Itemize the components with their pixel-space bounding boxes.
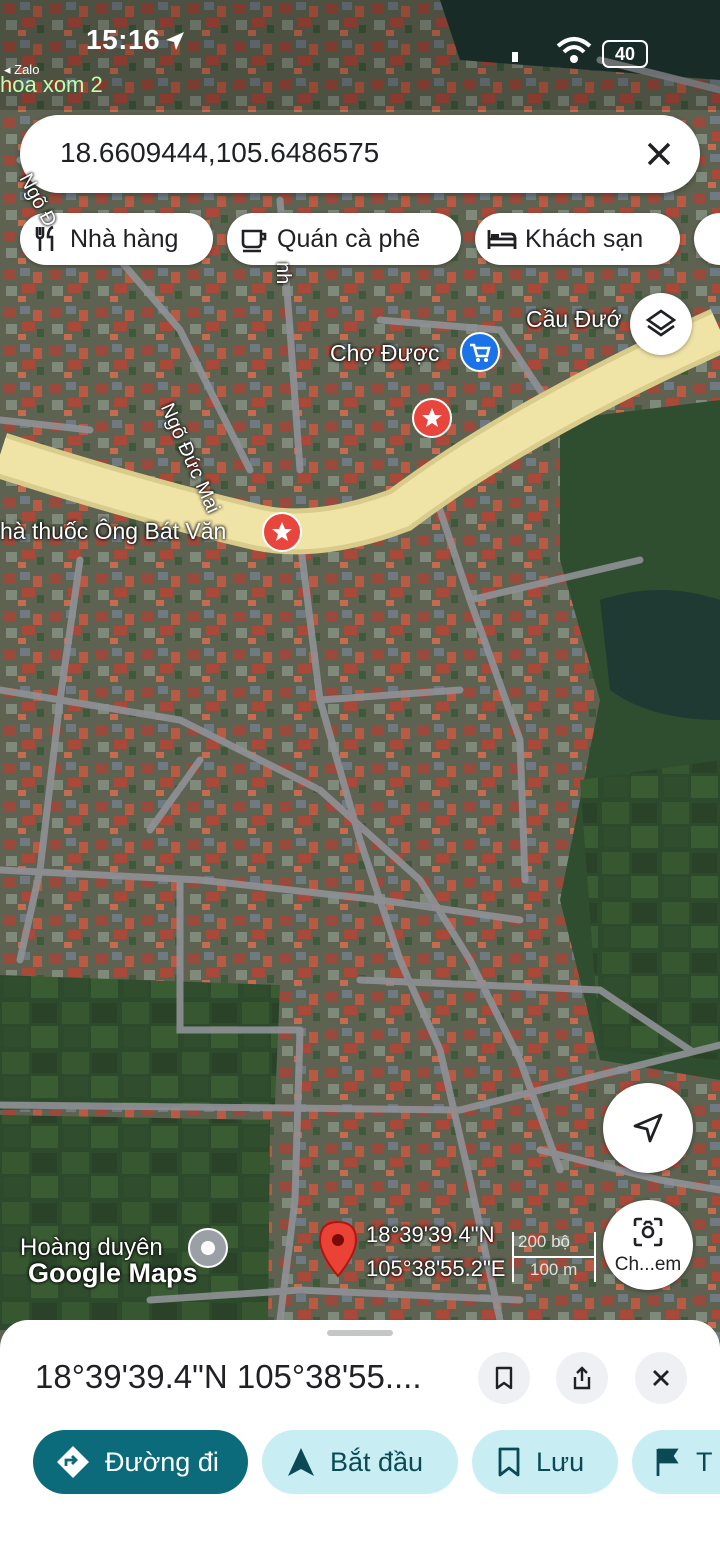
directions-button[interactable]: Đường đi [33,1430,248,1494]
pin-latitude: 18°39'39.4"N [366,1222,495,1247]
layers-button[interactable] [630,293,692,355]
close-sheet-button[interactable] [635,1352,687,1404]
flag-icon [654,1446,682,1478]
chip-label: Nhà hàng [70,224,179,253]
wifi-icon [556,37,592,63]
pharmacy-icon [272,522,292,541]
pin-longitude: 105°38'55.2"E [366,1256,506,1281]
scale-line [514,1256,594,1258]
back-to-app-subtitle[interactable]: hoa xom 2 [0,72,103,98]
layers-icon [645,309,677,337]
navigation-arrow-icon [286,1446,316,1478]
navigation-arrow-icon [633,1113,663,1143]
drag-handle[interactable] [327,1330,393,1336]
chip-hotels[interactable]: Khách sạn [475,213,680,265]
directions-label: Đường đi [105,1446,219,1477]
location-arrow-icon [166,32,184,50]
bed-icon [487,224,517,254]
place-label-pharmacy[interactable]: hà thuốc Ông Bát Văn [0,518,226,545]
bookmark-icon [495,1366,513,1390]
place-label-bridge[interactable]: Cầu Đướ [526,306,622,333]
market-pin[interactable] [460,332,500,372]
scale-feet: 200 bộ [518,1232,570,1251]
close-icon [647,142,671,166]
place-bottom-sheet[interactable]: 18°39'39.4"N 105°38'55.... Đường đi Bắt … [0,1320,720,1564]
status-time: 15:16 [86,24,161,55]
save-label: Lưu [536,1446,585,1477]
lens-button[interactable]: Ch...em [603,1200,693,1290]
share-icon [573,1366,591,1390]
place-label-market[interactable]: Chợ Được [330,340,439,367]
battery-indicator: 40 [602,40,648,68]
my-location-button[interactable] [603,1083,693,1173]
chip-coffee[interactable]: Quán cà phê [227,213,461,265]
save-bookmark-button[interactable] [478,1352,530,1404]
directions-icon [55,1444,91,1480]
lens-label: Ch...em [614,1254,682,1275]
shopping-cart-icon [470,343,491,362]
signal-icon [512,52,518,62]
dot-icon [201,1241,215,1255]
scale-meters: 100 m [530,1260,578,1279]
search-input[interactable]: 18.6609444,105.6486575 [60,137,379,169]
scale-bar: 200 bộ 100 m [512,1232,596,1282]
start-label: Bắt đầu [330,1446,424,1477]
street-label-3: nh [272,262,294,285]
pharmacy-icon [422,408,442,427]
pharmacy-pin-2[interactable] [262,512,302,552]
chip-label: Khách sạn [525,224,644,253]
search-bar[interactable]: 18.6609444,105.6486575 [20,115,700,193]
google-maps-logo: Google Maps [28,1258,198,1288]
save-button[interactable]: Lưu [472,1430,618,1494]
status-bar: 15:16 ◂ Zalo hoa xom 2 40 [0,0,720,110]
close-icon [653,1370,669,1386]
dropped-pin-icon[interactable] [316,1220,360,1280]
share-button[interactable] [556,1352,608,1404]
chip-label: Quán cà phê [277,224,421,253]
fork-knife-icon [32,224,62,254]
start-button[interactable]: Bắt đầu [262,1430,458,1494]
place-title: 18°39'39.4"N 105°38'55.... [35,1358,422,1395]
more-action-label: T [696,1446,713,1477]
coffee-cup-icon [239,224,269,254]
clear-search-button[interactable] [640,135,678,173]
pharmacy-pin-1[interactable] [412,398,452,438]
camera-lens-icon [633,1217,663,1247]
more-action-button[interactable]: T [632,1430,720,1494]
bookmark-icon [496,1446,522,1478]
